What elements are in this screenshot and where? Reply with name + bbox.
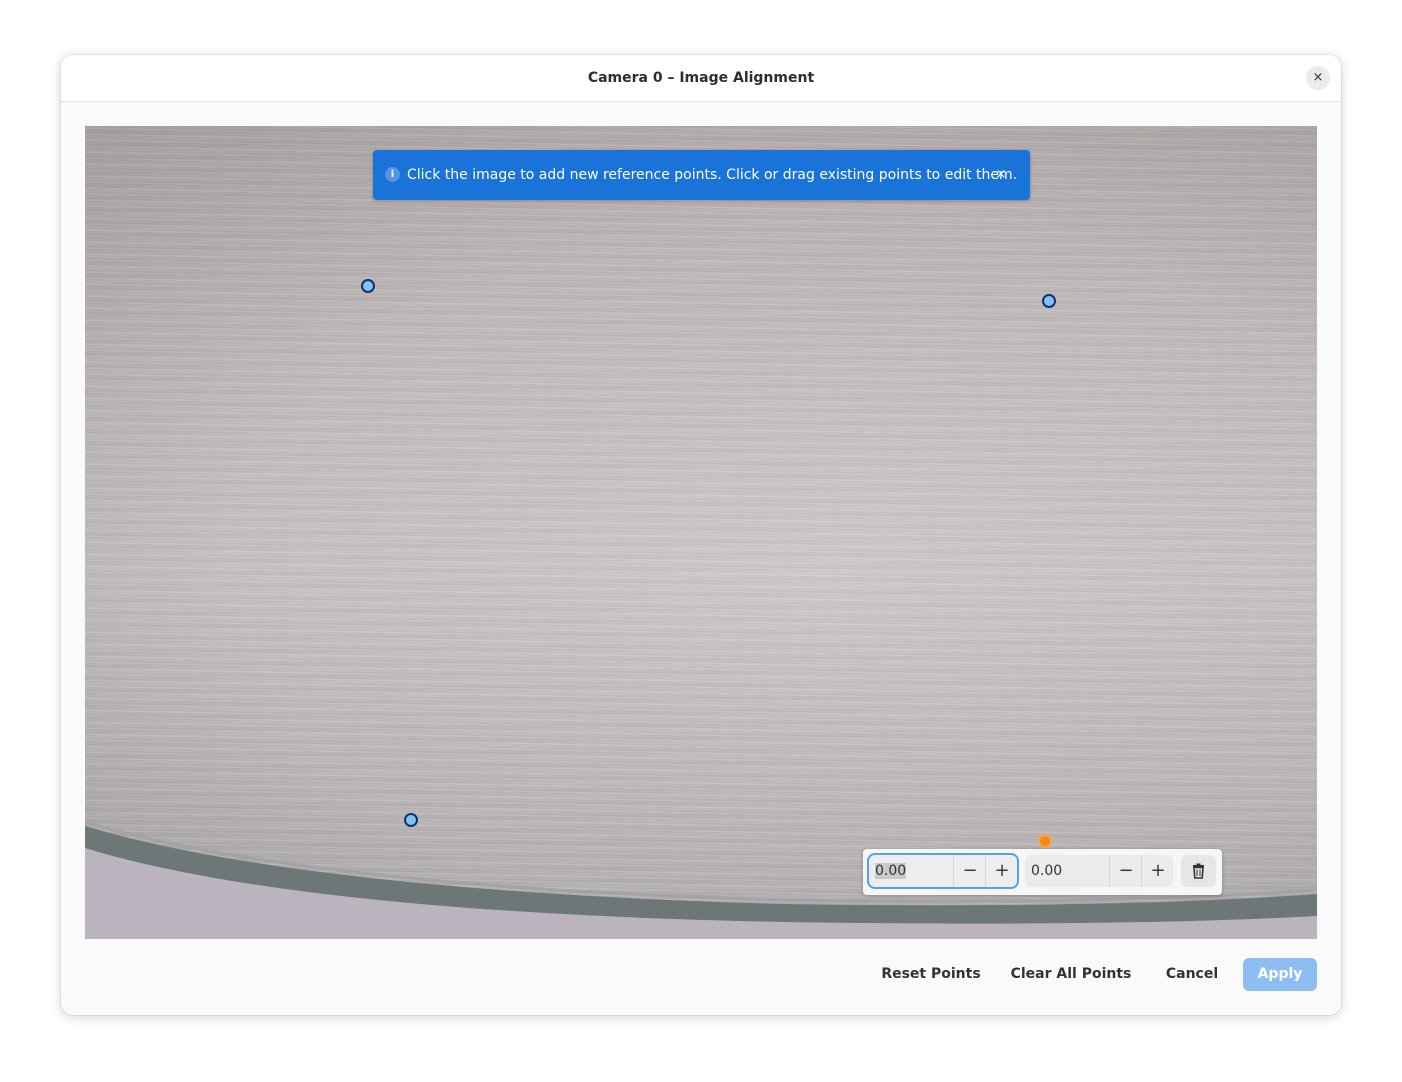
camera-image-canvas[interactable]: i Click the image to add new reference p… — [85, 126, 1317, 939]
y-coordinate-value[interactable]: 0.00 — [1031, 855, 1062, 887]
point-editor-popover: 0.00 − + 0.00 − + — [863, 849, 1222, 895]
selected-reference-point[interactable] — [1038, 834, 1052, 848]
table-edge — [85, 820, 1317, 939]
reset-points-button[interactable]: Reset Points — [873, 958, 989, 991]
y-coordinate-spinbutton[interactable]: 0.00 − + — [1025, 855, 1173, 887]
banner-close-button[interactable]: × — [992, 166, 1010, 184]
window-title: Camera 0 – Image Alignment — [587, 70, 815, 86]
reference-point[interactable] — [1042, 294, 1056, 308]
reference-point[interactable] — [361, 279, 375, 293]
titlebar: Camera 0 – Image Alignment × — [61, 55, 1341, 102]
banner-message: Click the image to add new reference poi… — [407, 167, 1018, 183]
image-alignment-dialog: Camera 0 – Image Alignment × i Click the… — [61, 55, 1341, 1015]
apply-button[interactable]: Apply — [1243, 958, 1317, 991]
info-banner: i Click the image to add new reference p… — [373, 150, 1030, 200]
reference-point[interactable] — [404, 813, 418, 827]
close-window-button[interactable]: × — [1306, 66, 1330, 90]
info-icon: i — [385, 167, 400, 182]
y-decrement-button[interactable]: − — [1109, 855, 1142, 887]
cancel-button[interactable]: Cancel — [1155, 958, 1229, 991]
close-icon: × — [995, 167, 1007, 182]
x-coordinate-value[interactable]: 0.00 — [875, 855, 907, 887]
delete-point-button[interactable] — [1181, 855, 1216, 887]
x-increment-button[interactable]: + — [985, 855, 1018, 887]
x-decrement-button[interactable]: − — [953, 855, 986, 887]
x-coordinate-spinbutton[interactable]: 0.00 − + — [869, 855, 1017, 887]
clear-all-points-button[interactable]: Clear All Points — [1006, 958, 1136, 991]
close-icon: × — [1312, 70, 1324, 85]
y-increment-button[interactable]: + — [1141, 855, 1174, 887]
trash-icon — [1193, 863, 1204, 879]
